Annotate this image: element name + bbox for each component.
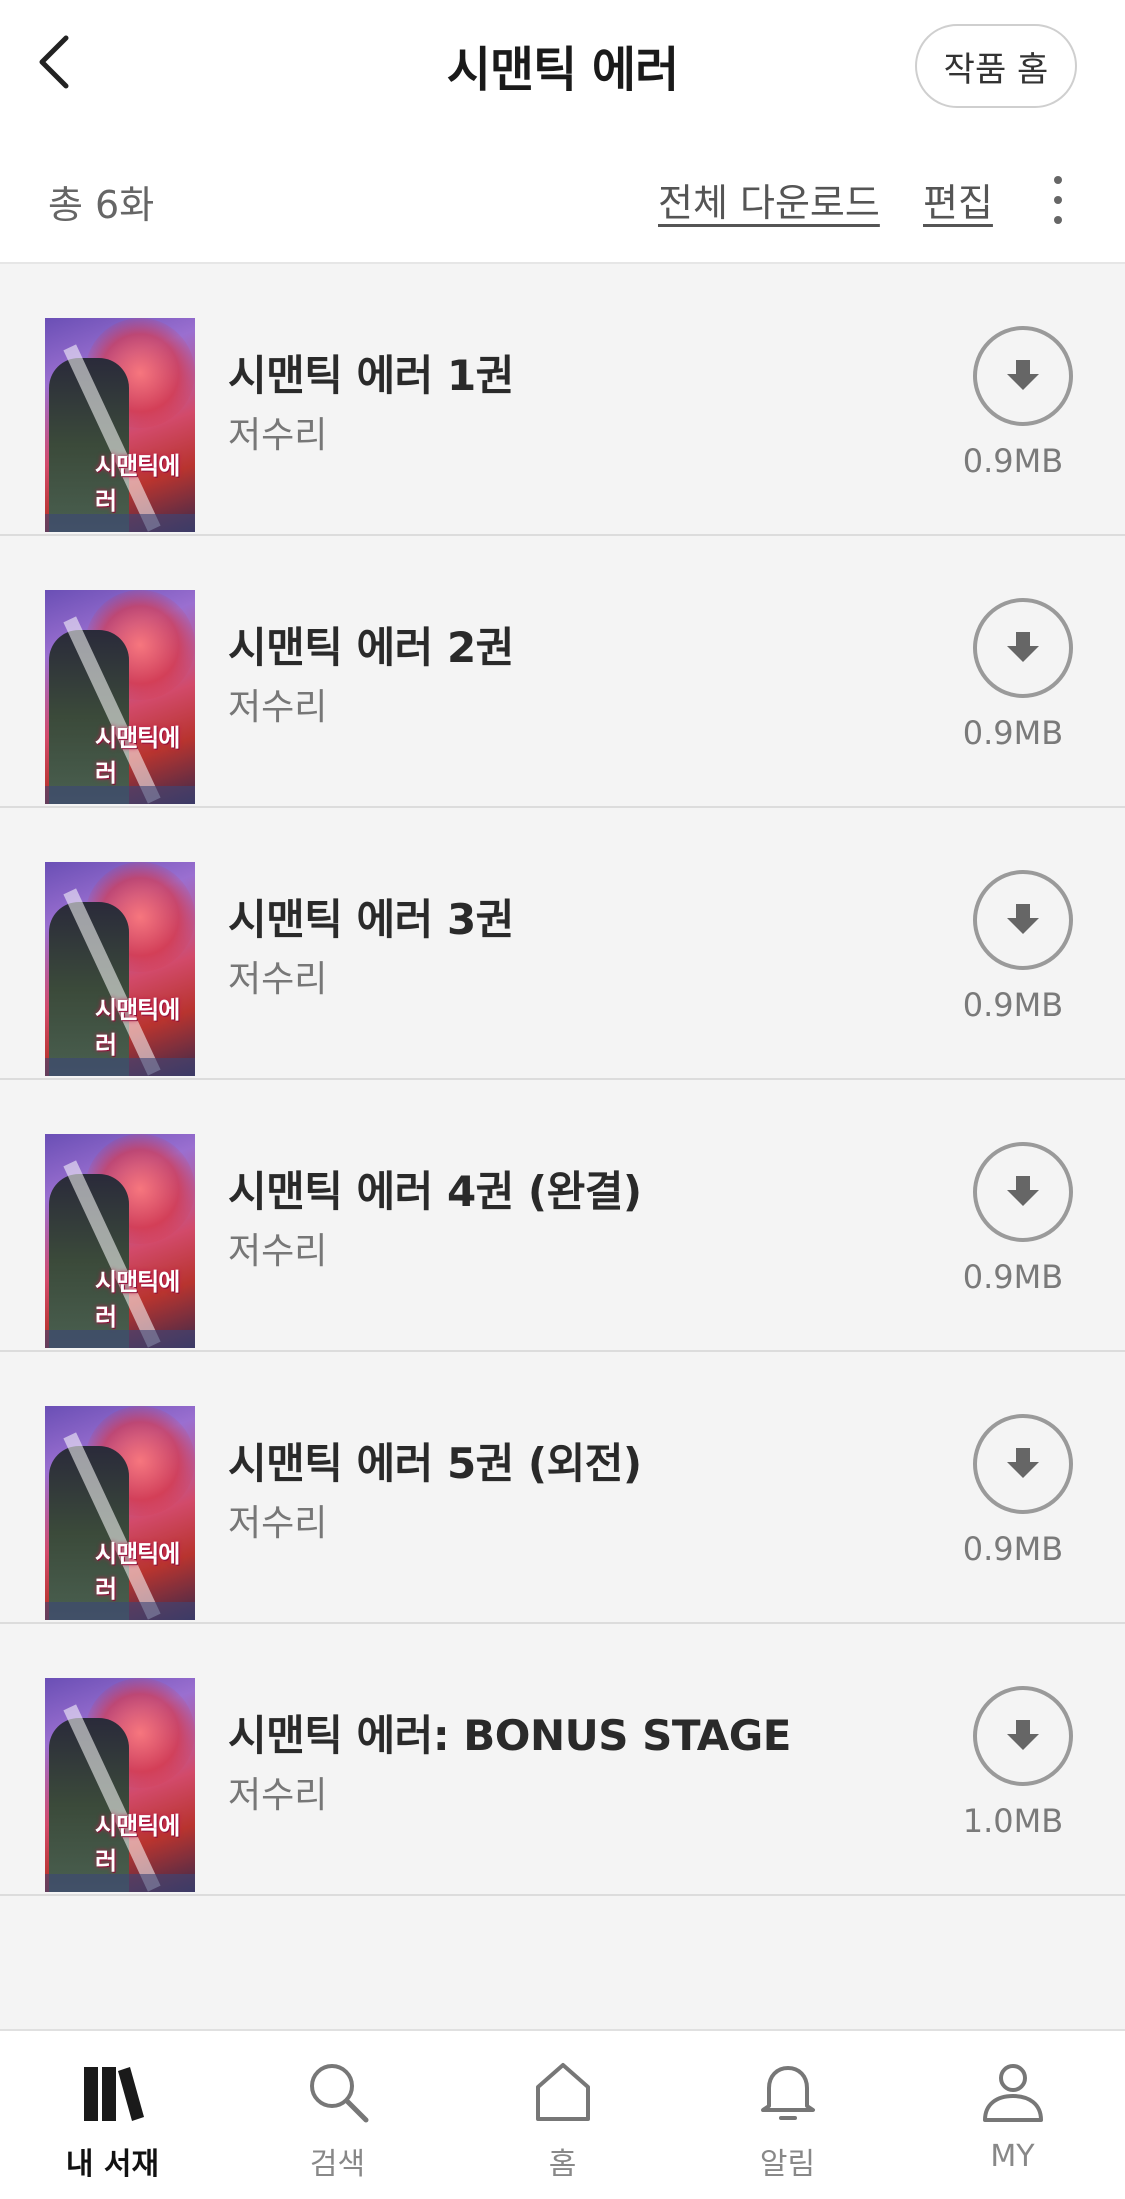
nav-search[interactable]: 검색 — [225, 2031, 450, 2199]
edit-link[interactable]: 편집 — [923, 172, 993, 227]
download-arrow-icon — [1007, 360, 1039, 390]
episode-title: 시맨틱 에러 4권 (완결) — [228, 1167, 642, 1216]
page-title: 시맨틱 에러 — [446, 42, 680, 98]
nav-label: MY — [990, 2139, 1035, 2174]
nav-home[interactable]: 홈 — [450, 2031, 675, 2199]
cover-logo: 시맨틱에러 — [95, 1812, 180, 1875]
cover-logo: 시맨틱에러 — [95, 452, 180, 515]
list-toolbar: 총 6화 전체 다운로드 편집 — [0, 130, 1125, 264]
download-button[interactable] — [973, 1142, 1073, 1242]
bell-icon — [753, 2059, 823, 2125]
nav-label: 홈 — [548, 2147, 577, 2182]
cover-thumbnail: 시맨틱에러 — [45, 1134, 195, 1348]
download-arrow-icon — [1007, 1448, 1039, 1478]
home-icon — [528, 2059, 598, 2125]
more-menu-button[interactable] — [1040, 170, 1076, 230]
more-dot-icon — [1054, 216, 1062, 224]
nav-my[interactable]: MY — [900, 2031, 1125, 2199]
screen: 시맨틱 에러 작품 홈 총 6화 전체 다운로드 편집 시맨틱에러 시맨틱 에러… — [0, 0, 1125, 2199]
file-size: 0.9MB — [962, 1258, 1064, 1296]
episode-author: 저수리 — [228, 1231, 328, 1272]
download-arrow-icon — [1007, 1176, 1039, 1206]
download-arrow-icon — [1007, 1720, 1039, 1750]
episode-author: 저수리 — [228, 1775, 328, 1816]
episode-list: 시맨틱에러 시맨틱 에러 1권 저수리 0.9MB 시맨틱에러 시맨틱 에러 2… — [0, 264, 1125, 1896]
nav-label: 내 서재 — [65, 2147, 160, 2182]
cover-thumbnail: 시맨틱에러 — [45, 862, 195, 1076]
episode-author: 저수리 — [228, 415, 328, 456]
nav-library[interactable]: 내 서재 — [0, 2031, 225, 2199]
back-button[interactable] — [26, 30, 82, 94]
download-button[interactable] — [973, 598, 1073, 698]
cover-thumbnail: 시맨틱에러 — [45, 1678, 195, 1892]
nav-label: 검색 — [309, 2147, 366, 2182]
library-icon — [78, 2059, 148, 2125]
episode-item[interactable]: 시맨틱에러 시맨틱 에러 1권 저수리 0.9MB — [0, 264, 1125, 536]
episode-item[interactable]: 시맨틱에러 시맨틱 에러 3권 저수리 0.9MB — [0, 808, 1125, 1080]
more-dot-icon — [1054, 176, 1062, 184]
nav-notifications[interactable]: 알림 — [675, 2031, 900, 2199]
episode-item[interactable]: 시맨틱에러 시맨틱 에러: BONUS STAGE 저수리 1.0MB — [0, 1624, 1125, 1896]
chevron-left-icon — [39, 35, 69, 89]
episode-item[interactable]: 시맨틱에러 시맨틱 에러 4권 (완결) 저수리 0.9MB — [0, 1080, 1125, 1352]
episode-item[interactable]: 시맨틱에러 시맨틱 에러 5권 (외전) 저수리 0.9MB — [0, 1352, 1125, 1624]
nav-label: 알림 — [759, 2147, 816, 2182]
file-size: 0.9MB — [962, 714, 1064, 752]
episode-author: 저수리 — [228, 687, 328, 728]
episode-title: 시맨틱 에러 5권 (외전) — [228, 1439, 642, 1488]
file-size: 0.9MB — [962, 442, 1064, 480]
file-size: 0.9MB — [962, 986, 1064, 1024]
download-button[interactable] — [973, 1686, 1073, 1786]
cover-logo: 시맨틱에러 — [95, 1540, 180, 1603]
download-button[interactable] — [973, 870, 1073, 970]
download-arrow-icon — [1007, 632, 1039, 662]
episode-author: 저수리 — [228, 1503, 328, 1544]
bottom-nav: 내 서재 검색 홈 알림 MY — [0, 2029, 1125, 2199]
person-icon — [978, 2059, 1048, 2125]
episode-item[interactable]: 시맨틱에러 시맨틱 에러 2권 저수리 0.9MB — [0, 536, 1125, 808]
episode-count: 총 6화 — [48, 183, 155, 227]
episode-title: 시맨틱 에러: BONUS STAGE — [228, 1711, 791, 1760]
cover-thumbnail: 시맨틱에러 — [45, 590, 195, 804]
file-size: 0.9MB — [962, 1530, 1064, 1568]
more-dot-icon — [1054, 196, 1062, 204]
download-arrow-icon — [1007, 904, 1039, 934]
episode-author: 저수리 — [228, 959, 328, 1000]
cover-logo: 시맨틱에러 — [95, 996, 180, 1059]
file-size: 1.0MB — [962, 1802, 1064, 1840]
search-icon — [303, 2059, 373, 2125]
cover-logo: 시맨틱에러 — [95, 1268, 180, 1331]
cover-thumbnail: 시맨틱에러 — [45, 1406, 195, 1620]
episode-title: 시맨틱 에러 3권 — [228, 895, 514, 944]
episode-title: 시맨틱 에러 1권 — [228, 351, 514, 400]
episode-title: 시맨틱 에러 2권 — [228, 623, 514, 672]
download-button[interactable] — [973, 326, 1073, 426]
cover-logo: 시맨틱에러 — [95, 724, 180, 787]
header: 시맨틱 에러 작품 홈 — [0, 0, 1125, 130]
download-all-link[interactable]: 전체 다운로드 — [658, 172, 880, 227]
work-home-button[interactable]: 작품 홈 — [915, 24, 1077, 108]
download-button[interactable] — [973, 1414, 1073, 1514]
cover-thumbnail: 시맨틱에러 — [45, 318, 195, 532]
